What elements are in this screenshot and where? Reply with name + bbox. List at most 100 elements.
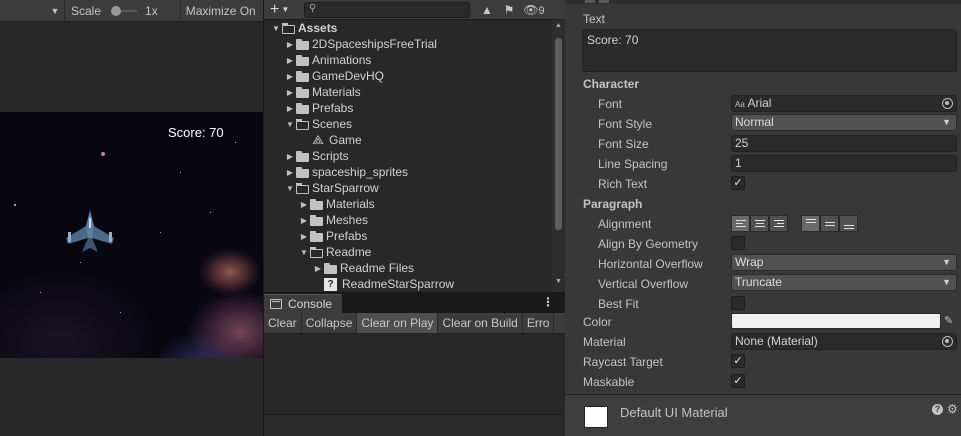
tree-item-label: StarSparrow	[312, 181, 379, 195]
line-spacing-field[interactable]: 1	[731, 155, 957, 172]
object-picker-icon[interactable]	[942, 336, 953, 347]
tree-item[interactable]: ? ReadmeStarSparrow	[264, 276, 552, 292]
folder-open-icon	[296, 118, 309, 130]
tree-item[interactable]: ▼ StarSparrow	[264, 180, 552, 196]
tree-item[interactable]: ▶ spaceship_sprites	[264, 164, 552, 180]
tree-item[interactable]: ⟁ Game	[264, 132, 552, 148]
console-detail-area[interactable]	[264, 414, 566, 436]
collapsed-arrow-icon[interactable]: ▶	[284, 168, 296, 177]
align-right-button[interactable]	[769, 215, 788, 232]
tree-item[interactable]: ▶ GameDevHQ	[264, 68, 552, 84]
font-field[interactable]: Aa Arial	[731, 95, 957, 112]
star	[120, 312, 121, 313]
rich-text-checkbox[interactable]: ✓	[731, 176, 745, 190]
search-by-label-icon[interactable]: ⚑	[498, 3, 520, 17]
tree-item[interactable]: ▶ Animations	[264, 52, 552, 68]
align-bottom-button[interactable]	[839, 215, 858, 232]
game-render-area: Score: 70	[0, 112, 263, 358]
tree-item[interactable]: ▶ 2DSpaceshipsFreeTrial	[264, 36, 552, 52]
create-asset-button[interactable]: + ▼	[270, 1, 296, 18]
collapsed-arrow-icon[interactable]: ▶	[284, 152, 296, 161]
project-tree: ▼ Assets ▶ 2DSpaceshipsFreeTrial ▶ Animations…	[264, 20, 552, 292]
align-center-button[interactable]	[750, 215, 769, 232]
collapsed-arrow-icon[interactable]: ▶	[284, 88, 296, 97]
collapsed-arrow-icon[interactable]: ▶	[298, 232, 310, 241]
align-left-button[interactable]	[731, 215, 750, 232]
display-dropdown-arrow-icon[interactable]: ▼	[46, 6, 64, 16]
collapsed-arrow-icon[interactable]: ▶	[284, 56, 296, 65]
collapsed-arrow-icon[interactable]: ▶	[312, 264, 324, 273]
expanded-arrow-icon[interactable]: ▼	[298, 248, 310, 257]
search-by-type-icon[interactable]: ▲	[476, 3, 498, 17]
scale-slider-handle[interactable]	[111, 5, 122, 16]
tree-item[interactable]: ▶ Readme Files	[264, 260, 552, 276]
font-size-field[interactable]: 25	[731, 135, 957, 152]
clear-on-build-toggle[interactable]: Clear on Build	[438, 313, 523, 333]
collapsed-arrow-icon[interactable]: ▶	[298, 200, 310, 209]
align-middle-button[interactable]	[820, 215, 839, 232]
help-icon[interactable]: ?	[932, 404, 943, 415]
console-tab-bar: Console ⋮	[264, 292, 566, 313]
collapsed-arrow-icon[interactable]: ▶	[284, 40, 296, 49]
tree-item[interactable]: ▶ Meshes	[264, 212, 552, 228]
clear-on-play-toggle[interactable]: Clear on Play	[357, 313, 439, 333]
clear-button[interactable]: Clear	[264, 313, 302, 333]
folder-icon	[296, 54, 309, 66]
material-label: Material	[583, 335, 626, 349]
tree-item[interactable]: ▼ Scenes	[264, 116, 552, 132]
maximize-on-play-toggle[interactable]: Maximize On	[186, 4, 256, 18]
kebab-menu-icon[interactable]: ⋮	[542, 295, 554, 309]
collapsed-arrow-icon[interactable]: ▶	[284, 104, 296, 113]
expanded-arrow-icon[interactable]: ▼	[284, 184, 296, 193]
tree-item[interactable]: ▼ Assets	[264, 20, 552, 36]
collapsed-arrow-icon[interactable]: ▶	[298, 216, 310, 225]
text-value-field[interactable]: Score: 70	[582, 29, 957, 72]
project-search-input[interactable]	[321, 3, 467, 16]
align-by-geometry-checkbox[interactable]	[731, 236, 745, 250]
folder-icon	[324, 262, 337, 274]
tree-item[interactable]: ▶ Materials	[264, 196, 552, 212]
collapsed-arrow-icon[interactable]: ▶	[284, 72, 296, 81]
expanded-arrow-icon[interactable]: ▼	[270, 24, 282, 33]
tab-console[interactable]: Console	[264, 294, 342, 313]
tree-item[interactable]: ▼ Readme	[264, 244, 552, 260]
collapse-toggle[interactable]: Collapse	[302, 313, 358, 333]
raycast-target-checkbox[interactable]: ✓	[731, 354, 745, 368]
folder-icon	[296, 166, 309, 178]
object-picker-icon[interactable]	[942, 98, 953, 109]
project-search-box[interactable]: ⚲	[304, 1, 470, 18]
scroll-up-arrow-icon[interactable]: ▲	[552, 22, 565, 29]
material-section-name: Default UI Material	[620, 405, 728, 420]
tree-item[interactable]: ▶ Scripts	[264, 148, 552, 164]
hidden-packages-count: 9	[538, 4, 545, 17]
material-field[interactable]: None (Material)	[731, 333, 957, 350]
align-by-geometry-label: Align By Geometry	[598, 237, 699, 251]
tree-item-label: GameDevHQ	[312, 69, 385, 83]
scrollbar-thumb[interactable]	[555, 38, 562, 230]
eyedropper-icon[interactable]: ✎	[944, 314, 957, 328]
alignment-label: Alignment	[598, 217, 652, 231]
scroll-down-arrow-icon[interactable]: ▼	[552, 278, 565, 285]
tree-item[interactable]: ▶ Prefabs	[264, 100, 552, 116]
folder-icon	[310, 230, 323, 242]
tree-item[interactable]: ▶ Materials	[264, 84, 552, 100]
font-asset-icon: Aa	[735, 100, 745, 109]
console-log-list[interactable]	[264, 334, 566, 414]
font-style-dropdown[interactable]: Normal ▼	[731, 114, 957, 131]
color-field[interactable]	[731, 313, 941, 329]
best-fit-checkbox[interactable]	[731, 296, 745, 310]
gear-icon[interactable]: ⚙	[947, 402, 958, 416]
material-section-header[interactable]: Default UI Material ? ⚙	[565, 395, 961, 436]
align-top-button[interactable]	[801, 215, 820, 232]
expanded-arrow-icon[interactable]: ▼	[284, 120, 296, 129]
font-size-label: Font Size	[598, 137, 649, 151]
maskable-checkbox[interactable]: ✓	[731, 374, 745, 388]
vertical-overflow-dropdown[interactable]: Truncate ▼	[731, 274, 957, 291]
tree-item[interactable]: ▶ Prefabs	[264, 228, 552, 244]
toggle-hidden-packages-button[interactable]: 👁9	[520, 3, 548, 17]
project-scrollbar[interactable]: ▲ ▼	[552, 20, 565, 292]
horizontal-overflow-dropdown[interactable]: Wrap ▼	[731, 254, 957, 271]
toolbar-separator	[179, 0, 181, 21]
scale-slider[interactable]	[111, 5, 138, 16]
error-pause-toggle[interactable]: Erro	[523, 313, 555, 333]
